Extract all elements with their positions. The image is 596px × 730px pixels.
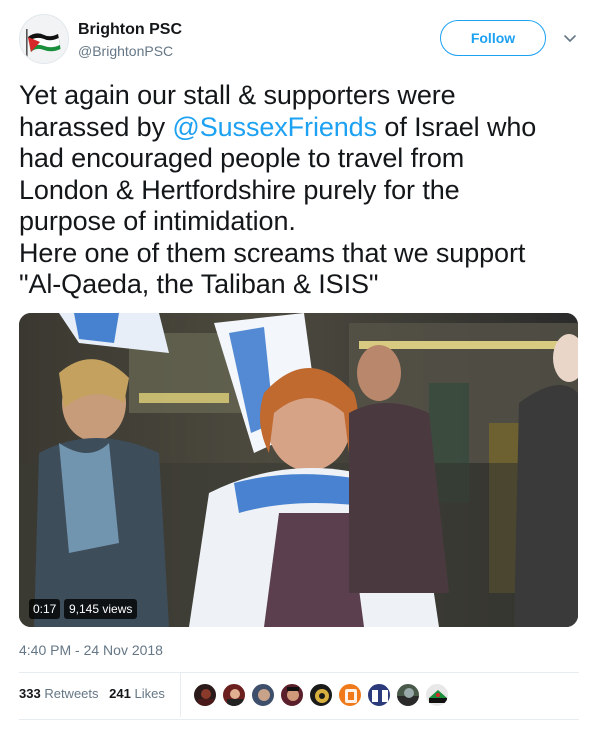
likes-label: Likes: [134, 686, 165, 701]
tweet-line: Yet again our stall & supporters were: [19, 80, 456, 110]
liker-avatar[interactable]: [222, 683, 246, 707]
tweet-line: Here one of them screams that we support: [19, 237, 526, 268]
follow-button[interactable]: Follow: [440, 20, 546, 56]
retweets-count: 333: [19, 686, 41, 701]
tweet-line: harassed by @SussexFriends of Israel who: [19, 112, 579, 144]
tweet-line: purpose of intimidation.: [19, 206, 296, 236]
author-name[interactable]: Brighton PSC: [78, 21, 182, 39]
liker-avatar[interactable]: [309, 683, 333, 707]
tweet-header: Brighton PSC @BrightonPSC Follow: [19, 14, 579, 64]
video-duration-badge: 0:17: [29, 599, 61, 619]
likes-stat[interactable]: 241 Likes: [109, 686, 165, 701]
divider: [19, 719, 579, 720]
tweet-text-segment: harassed by: [19, 111, 173, 142]
tweet-text-segment: of Israel who: [377, 111, 537, 142]
video-player[interactable]: 0:17 9,145 views: [19, 313, 578, 627]
liker-avatar[interactable]: [280, 683, 304, 707]
tweet-stats: 333 Retweets 241 Likes: [19, 686, 172, 704]
mention-link[interactable]: @SussexFriends: [172, 112, 377, 142]
video-views-badge: 9,145 views: [64, 599, 138, 619]
retweets-label: Retweets: [44, 686, 99, 701]
tweet-line: had encouraged people to travel from: [19, 143, 465, 173]
author-handle[interactable]: @BrightonPSC: [78, 43, 173, 59]
retweets-stat[interactable]: 333 Retweets: [19, 686, 99, 701]
author-avatar[interactable]: [19, 14, 69, 64]
tweet-text: Yet again our stall & supporters were ha…: [19, 80, 579, 301]
likes-count: 241: [109, 686, 131, 701]
tweet-line: London & Hertfordshire purely for the: [19, 174, 460, 205]
palestine-flag-icon: [20, 15, 68, 63]
liker-avatar[interactable]: [425, 683, 449, 707]
divider: [180, 673, 181, 717]
divider: [19, 672, 579, 673]
tweet-line: "Al-Qaeda, the Taliban & ISIS": [19, 269, 379, 299]
liker-avatar[interactable]: [367, 683, 391, 707]
liker-avatar[interactable]: [396, 683, 420, 707]
liker-avatar[interactable]: [338, 683, 362, 707]
liker-avatar[interactable]: [251, 683, 275, 707]
tweet-timestamp[interactable]: 4:40 PM - 24 Nov 2018: [19, 642, 163, 658]
chevron-down-icon[interactable]: [562, 30, 578, 46]
liker-avatar[interactable]: [193, 683, 217, 707]
video-thumbnail: [19, 313, 578, 627]
